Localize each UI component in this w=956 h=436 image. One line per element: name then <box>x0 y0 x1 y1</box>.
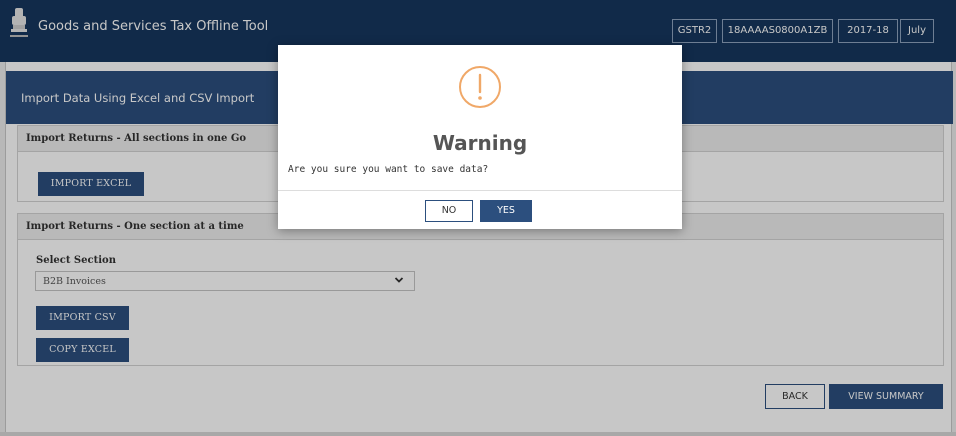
dialog-message: Are you sure you want to save data? <box>288 164 489 175</box>
dialog-divider <box>278 190 682 191</box>
yes-button[interactable]: YES <box>480 200 532 222</box>
dialog-title: Warning <box>432 131 528 155</box>
warning-dialog: Warning Are you sure you want to save da… <box>278 45 682 229</box>
no-button[interactable]: NO <box>425 200 473 222</box>
warning-icon <box>459 66 501 108</box>
